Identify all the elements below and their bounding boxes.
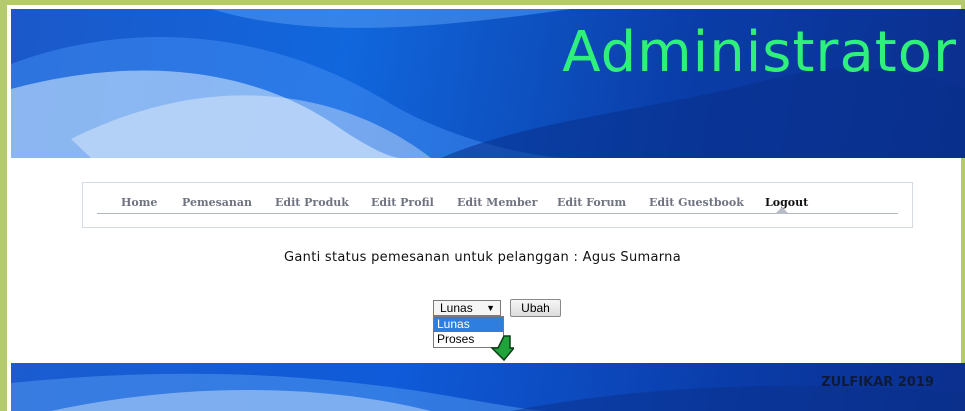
dropdown-arrow-icon: ▼: [486, 303, 495, 313]
nav-item-edit-guestbook[interactable]: Edit Guestbook: [649, 196, 744, 209]
status-change-message: Ganti status pemesanan untuk pelanggan :…: [284, 250, 681, 265]
header-banner: Administrator: [11, 9, 965, 158]
nav-item-edit-forum[interactable]: Edit Forum: [557, 196, 626, 209]
nav-item-pemesanan[interactable]: Pemesanan: [182, 196, 252, 209]
status-select[interactable]: Lunas ▼: [433, 300, 501, 316]
nav-item-edit-produk[interactable]: Edit Produk: [275, 196, 349, 209]
ubah-button[interactable]: Ubah: [510, 299, 561, 317]
active-nav-indicator: [775, 207, 789, 214]
nav-item-home[interactable]: Home: [121, 196, 157, 209]
status-select-value: Lunas: [440, 301, 473, 315]
nav-item-edit-member[interactable]: Edit Member: [457, 196, 537, 209]
green-arrow-icon: [490, 335, 514, 362]
main-nav: Home Pemesanan Edit Produk Edit Profil E…: [82, 182, 913, 228]
banner-title: Administrator: [562, 20, 957, 85]
footer-banner: ZULFIKAR 2019: [11, 363, 965, 411]
dropdown-option-lunas[interactable]: Lunas: [434, 317, 503, 332]
nav-item-edit-profil[interactable]: Edit Profil: [371, 196, 434, 209]
footer-credit: ZULFIKAR 2019: [821, 375, 934, 390]
